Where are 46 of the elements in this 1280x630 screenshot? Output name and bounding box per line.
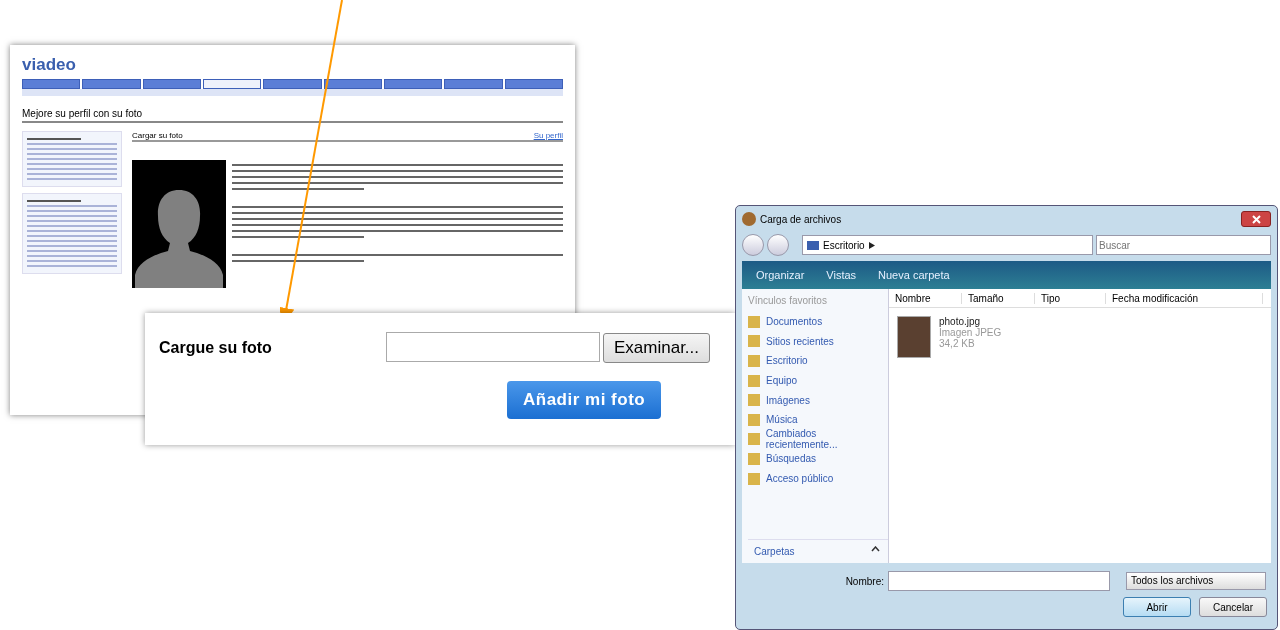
browse-button[interactable]: Examinar...: [603, 333, 711, 363]
photo-placeholder: [897, 316, 931, 358]
logo: viadeo: [22, 55, 76, 74]
page-title: Mejore su perfil con su foto: [22, 108, 563, 123]
back-button[interactable]: [742, 234, 764, 256]
cancel-button[interactable]: Cancelar: [1199, 597, 1267, 617]
favorite-link[interactable]: Cambiados recientemente...: [748, 429, 888, 450]
favorite-link[interactable]: Acceso público: [748, 468, 888, 489]
file-type-dropdown[interactable]: Todos los archivos: [1126, 572, 1266, 590]
dialog-title: Carga de archivos: [760, 213, 843, 225]
upload-label: Cargue su foto: [159, 339, 272, 357]
file-path-field[interactable]: [386, 332, 600, 362]
search-field[interactable]: Buscar: [1096, 235, 1271, 255]
filename-field[interactable]: [888, 571, 1110, 591]
toolbar-button[interactable]: Organizar: [756, 269, 805, 281]
file-item[interactable]: photo.jpg Imagen JPEG 34,2 KB: [889, 308, 1271, 366]
favorite-link[interactable]: Imágenes: [748, 390, 888, 410]
open-button[interactable]: Abrir: [1123, 597, 1191, 617]
nav-tab[interactable]: [203, 79, 262, 89]
nav-tab[interactable]: [383, 79, 443, 89]
folders-toggle[interactable]: Carpetas: [748, 539, 888, 563]
favorite-link[interactable]: Sitios recientes: [748, 331, 888, 352]
address-field[interactable]: Escritorio: [802, 235, 1093, 255]
favorites-heading: Vínculos favoritos: [748, 295, 828, 306]
favorite-link[interactable]: Equipo: [748, 370, 888, 391]
toolbar-button[interactable]: Vistas: [826, 269, 857, 281]
profile-link[interactable]: Su perfil: [533, 131, 563, 140]
add-photo-button[interactable]: Añadir mi foto: [507, 381, 662, 419]
section-title: Cargar su foto: [132, 131, 183, 140]
favorite-link[interactable]: Documentos: [748, 312, 888, 332]
favorite-link[interactable]: Música: [748, 409, 888, 430]
column-header[interactable]: Fecha modificación: [1106, 292, 1263, 304]
column-header[interactable]: Nombre: [889, 292, 962, 304]
column-header[interactable]: Tamaño: [962, 292, 1035, 304]
column-header[interactable]: Tipo: [1035, 292, 1106, 304]
forward-button[interactable]: [767, 234, 789, 256]
app-icon: [742, 212, 756, 226]
favorite-link[interactable]: Escritorio: [748, 351, 888, 371]
close-button[interactable]: [1241, 211, 1271, 227]
filename-label: Nombre:: [844, 575, 884, 587]
chevron-up-icon: [871, 546, 880, 552]
chevron-right-icon: [868, 241, 875, 249]
toolbar-button[interactable]: Nueva carpeta: [878, 269, 950, 281]
nav-tab[interactable]: [323, 79, 382, 89]
close-icon: [1251, 214, 1261, 224]
favorite-link[interactable]: Búsquedas: [748, 449, 888, 469]
